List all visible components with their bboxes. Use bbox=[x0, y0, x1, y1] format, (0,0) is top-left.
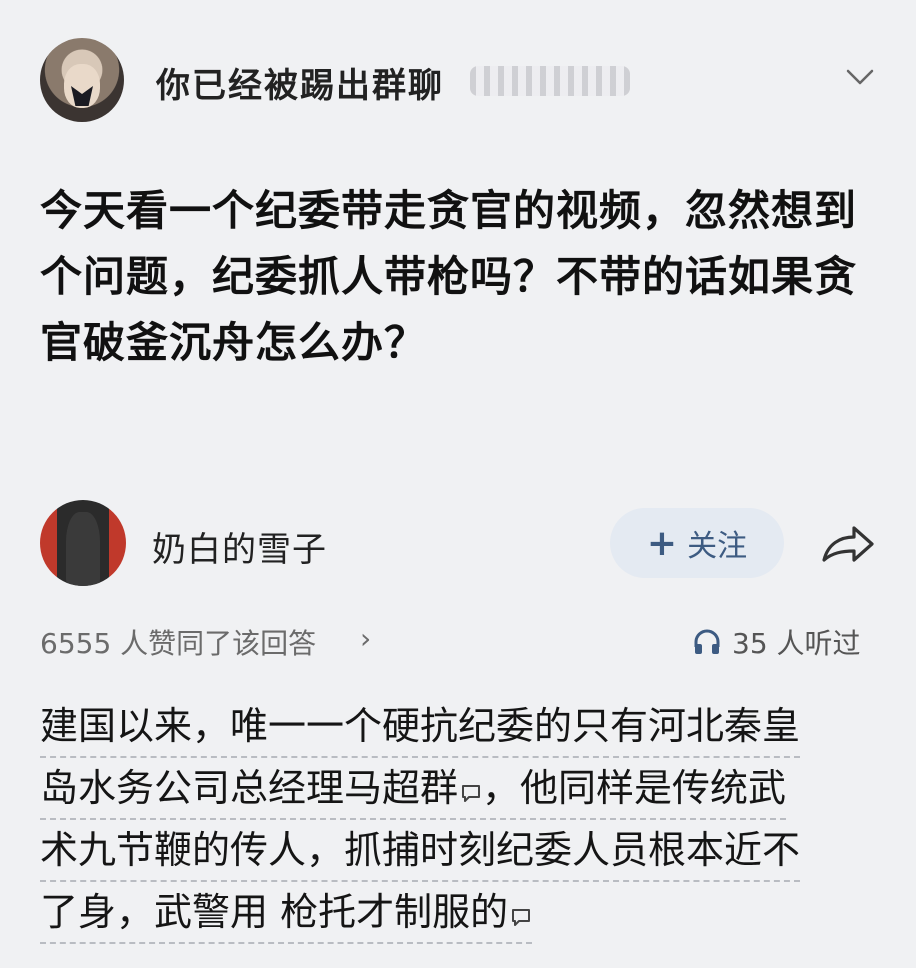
author-name[interactable]: 奶白的雪子 bbox=[152, 522, 327, 571]
likes-count[interactable]: 6555 人赞同了该回答 bbox=[40, 622, 316, 662]
group-avatar[interactable] bbox=[40, 38, 124, 122]
listen-count[interactable]: 35 人听过 bbox=[692, 622, 861, 662]
comment-bubble-icon[interactable] bbox=[510, 907, 532, 927]
answer-line: 了身，武警用 枪托才制服的 bbox=[40, 882, 533, 944]
answer-text-segment: 了身，武警用 枪托才制服的 bbox=[40, 890, 509, 934]
answer-body[interactable]: 建国以来，唯一一个硬抗纪委的只有河北秦皇 岛水务公司总经理马超群 ，他同样是传统武… bbox=[40, 696, 880, 944]
follow-button[interactable]: + 关注 bbox=[610, 508, 784, 578]
answer-text-segment: ，他同样是传统武 bbox=[482, 766, 787, 810]
author-avatar[interactable] bbox=[40, 500, 126, 586]
plus-icon: + bbox=[646, 522, 678, 564]
headphone-icon bbox=[694, 629, 720, 654]
answer-text-segment: 岛水务公司总经理马超群 bbox=[40, 766, 459, 810]
question-title[interactable]: 今天看一个纪委带走贪官的视频，忽然想到个问题，纪委抓人带枪吗？不带的话如果贪官破… bbox=[40, 178, 890, 376]
answer-line: 术九节鞭的传人，抓捕时刻纪委人员根本近不 bbox=[40, 820, 801, 882]
comment-bubble-icon[interactable] bbox=[460, 783, 482, 803]
redacted-mark bbox=[470, 66, 630, 96]
group-title: 你已经被踢出群聊 bbox=[156, 66, 444, 106]
follow-label: 关注 bbox=[687, 529, 748, 564]
answer-line: 建国以来，唯一一个硬抗纪委的只有河北秦皇 bbox=[40, 696, 801, 758]
chevron-down-icon[interactable] bbox=[846, 68, 874, 86]
share-icon[interactable] bbox=[818, 520, 878, 568]
chevron-right-icon[interactable]: › bbox=[360, 622, 371, 655]
answer-line: 岛水务公司总经理马超群 ，他同样是传统武 bbox=[40, 758, 787, 820]
listen-text: 35 人听过 bbox=[732, 627, 861, 660]
avatar-figure bbox=[66, 512, 100, 586]
